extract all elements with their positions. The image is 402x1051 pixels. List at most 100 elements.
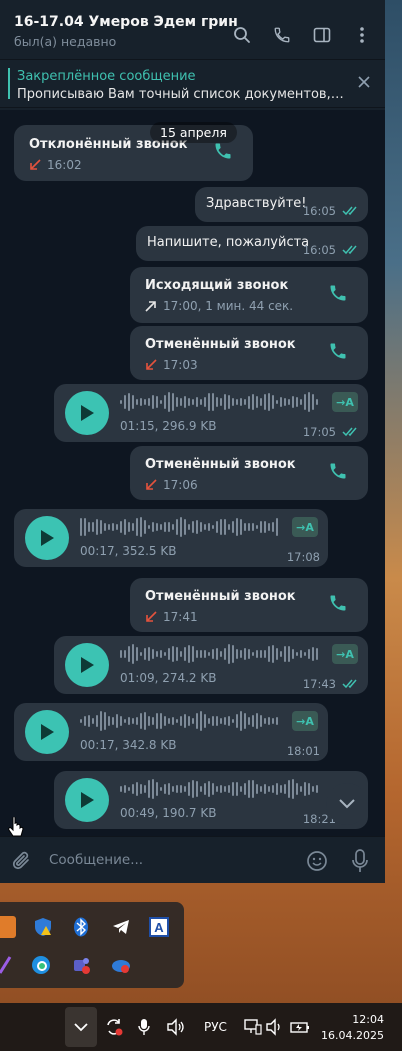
waveform-bar	[176, 646, 178, 662]
telegram-tray-icon[interactable]	[110, 916, 132, 938]
phone-icon[interactable]	[328, 341, 348, 365]
waveform[interactable]	[120, 390, 318, 414]
search-icon[interactable]	[231, 24, 253, 46]
text-message[interactable]: Напишите, пожалуйста 16:05	[136, 226, 368, 261]
missed-call-arrow-icon	[146, 479, 157, 490]
scroll-down-button[interactable]	[326, 783, 368, 825]
call-time: 16:02	[47, 158, 82, 172]
call-time: 17:06	[163, 478, 198, 492]
purple-app-icon[interactable]	[0, 954, 16, 976]
waveform-bar	[316, 648, 318, 660]
message-input[interactable]: Сообщение...	[49, 852, 143, 868]
warning-shield-icon[interactable]	[32, 916, 54, 938]
transcribe-button[interactable]: →A	[292, 517, 318, 537]
battery-icon[interactable]	[290, 1016, 310, 1038]
voice-message[interactable]: 00:17, 342.8 KB →A 18:01	[14, 703, 328, 761]
waveform[interactable]	[80, 515, 278, 539]
sidebar-toggle-icon[interactable]	[311, 24, 333, 46]
phone-icon[interactable]	[328, 593, 348, 617]
clock[interactable]: 12:04 16.04.2025	[321, 1012, 384, 1044]
waveform-bar	[264, 718, 266, 724]
play-button[interactable]	[25, 710, 69, 754]
transcribe-button[interactable]: →A	[332, 392, 358, 412]
waveform-bar	[232, 520, 234, 534]
waveform-bar	[112, 523, 114, 531]
voice-message[interactable]: 00:49, 190.7 KB 18:21	[54, 771, 368, 829]
waveform[interactable]	[120, 777, 318, 801]
close-icon[interactable]	[357, 74, 371, 93]
waveform-bar	[204, 524, 206, 530]
transcribe-button[interactable]: →A	[292, 711, 318, 731]
waveform[interactable]	[80, 709, 278, 733]
chat-header[interactable]: 16-17.04 Умеров Эдем грин был(а) недавно	[0, 0, 385, 60]
waveform-bar	[112, 716, 114, 726]
app-tray-icon[interactable]	[0, 916, 16, 938]
waveform-bar	[172, 523, 174, 531]
waveform-bar	[244, 647, 246, 661]
waveform-bar	[200, 650, 202, 658]
phone-icon[interactable]	[213, 141, 233, 165]
waveform-bar	[312, 646, 314, 662]
play-icon	[41, 530, 54, 546]
call-message[interactable]: Отменённый звонок 17:03	[130, 326, 368, 380]
phone-icon[interactable]	[328, 461, 348, 485]
waveform[interactable]	[120, 642, 318, 666]
call-message[interactable]: Исходящий звонок 17:00, 1 мин. 44 сек.	[130, 267, 368, 323]
waveform-bar	[120, 649, 122, 659]
chevron-down-icon	[74, 1023, 88, 1032]
play-button[interactable]	[65, 643, 109, 687]
voice-message[interactable]: 01:15, 296.9 KB →A 17:05	[54, 384, 368, 442]
waveform-bar	[208, 393, 210, 411]
waveform-bar	[288, 779, 290, 799]
attach-icon[interactable]	[12, 850, 32, 876]
microphone-icon[interactable]	[138, 1016, 150, 1038]
waveform-bar	[164, 521, 166, 533]
more-icon[interactable]	[351, 24, 373, 46]
voice-meta: 00:17, 342.8 KB	[80, 738, 177, 752]
bluetooth-icon[interactable]	[70, 916, 92, 938]
edge-browser-icon[interactable]	[30, 954, 52, 976]
voice-message[interactable]: 01:09, 274.2 KB →A 17:43	[54, 636, 368, 694]
play-icon	[41, 724, 54, 740]
waveform-bar	[144, 647, 146, 661]
show-hidden-icons-button[interactable]	[65, 1007, 97, 1047]
waveform-bar	[312, 785, 314, 793]
call-message[interactable]: Отменённый звонок 17:06	[130, 446, 368, 500]
sync-alert-icon[interactable]	[104, 1016, 124, 1038]
phone-icon[interactable]	[328, 283, 348, 307]
waveform-bar	[252, 715, 254, 727]
waveform-bar	[180, 715, 182, 727]
waveform-bar	[304, 394, 306, 410]
waveform-bar	[124, 519, 126, 535]
teams-icon[interactable]	[70, 954, 92, 976]
waveform-bar	[128, 645, 130, 663]
waveform-bar	[268, 717, 270, 725]
pinned-message[interactable]: Закреплённое сообщение Прописываю Вам то…	[0, 60, 385, 108]
play-button[interactable]	[25, 516, 69, 560]
emoji-icon[interactable]	[306, 850, 328, 876]
waveform-bar	[160, 399, 162, 405]
volume-icon[interactable]	[166, 1016, 186, 1038]
text-message[interactable]: Здравствуйте! 16:05	[195, 187, 368, 222]
message-list[interactable]: Отклонённый звонок 16:02 15 апреля Здрав…	[0, 110, 385, 836]
speaker-icon[interactable]	[266, 1016, 284, 1038]
input-method-icon[interactable]: A	[148, 916, 170, 938]
network-icon[interactable]	[244, 1016, 262, 1038]
waveform-bar	[276, 399, 278, 405]
waveform-bar	[236, 518, 238, 536]
microphone-icon[interactable]	[352, 849, 368, 877]
read-checks-icon	[342, 245, 357, 255]
call-message[interactable]: Отменённый звонок 17:41	[130, 578, 368, 632]
play-button[interactable]	[65, 391, 109, 435]
language-indicator[interactable]: РУС	[204, 1016, 227, 1038]
waveform-bar	[256, 713, 258, 729]
voice-message[interactable]: 00:17, 352.5 KB →A 17:08	[14, 509, 328, 567]
transcribe-button[interactable]: →A	[332, 644, 358, 664]
play-button[interactable]	[65, 778, 109, 822]
cloud-sync-icon[interactable]	[110, 954, 132, 976]
call-icon[interactable]	[271, 24, 293, 46]
waveform-bar	[80, 518, 82, 536]
waveform-bar	[240, 519, 242, 535]
waveform-bar	[168, 718, 170, 724]
waveform-bar	[248, 395, 250, 409]
